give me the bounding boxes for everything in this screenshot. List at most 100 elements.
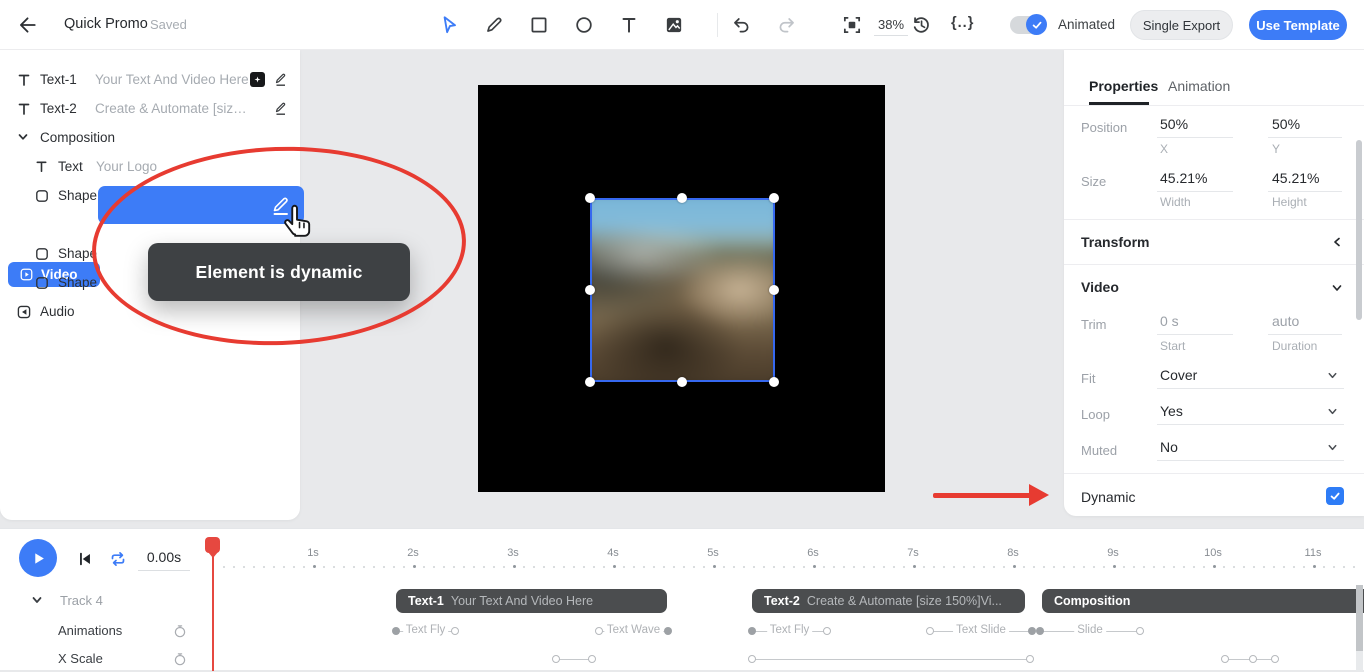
- x-scale-marker[interactable]: [556, 651, 592, 667]
- layer-row-composition[interactable]: Composition: [0, 123, 300, 152]
- single-export-button[interactable]: Single Export: [1130, 10, 1233, 40]
- ruler-minor-tick: [683, 566, 685, 568]
- image-tool-icon[interactable]: [663, 14, 685, 36]
- resize-handle-e[interactable]: [769, 285, 779, 295]
- resize-handle-nw[interactable]: [585, 193, 595, 203]
- keyframe-dot[interactable]: [1221, 655, 1229, 663]
- redo-icon[interactable]: [776, 14, 798, 36]
- animation-marker[interactable]: Text Fly: [396, 623, 455, 639]
- video-section-header[interactable]: Video: [1081, 279, 1119, 295]
- keyframe-dot[interactable]: [595, 627, 603, 635]
- timeline-bar-text-2[interactable]: Text-2 Create & Automate [size 150%]Vi..…: [752, 589, 1025, 613]
- divider: [1064, 219, 1364, 220]
- animation-marker[interactable]: Text Fly: [752, 623, 827, 639]
- document-title[interactable]: Quick Promo: [64, 16, 148, 32]
- resize-handle-n[interactable]: [677, 193, 687, 203]
- resize-handle-s[interactable]: [677, 377, 687, 387]
- skip-to-start-icon[interactable]: [76, 550, 94, 568]
- keyframe-dot[interactable]: [823, 627, 831, 635]
- size-width-field[interactable]: 45.21%: [1160, 170, 1207, 186]
- keyframe-dot[interactable]: [1026, 655, 1034, 663]
- ellipse-tool-icon[interactable]: [573, 14, 595, 36]
- playhead-handle[interactable]: [205, 537, 220, 553]
- text-layer-icon: [34, 159, 50, 175]
- layer-row-text[interactable]: Text Your Logo: [0, 152, 300, 181]
- keyframe-dot[interactable]: [926, 627, 934, 635]
- rectangle-tool-icon[interactable]: [528, 14, 550, 36]
- zoom-level-field[interactable]: 38%: [874, 17, 908, 36]
- layer-row-audio[interactable]: Audio: [0, 297, 300, 326]
- selected-video-element[interactable]: [590, 198, 775, 382]
- timeline-scrollbar[interactable]: [1356, 585, 1363, 651]
- animation-marker[interactable]: Slide: [1040, 623, 1140, 639]
- x-scale-marker[interactable]: [1225, 651, 1275, 667]
- panel-scrollbar[interactable]: [1356, 140, 1362, 320]
- transform-section-header[interactable]: Transform: [1081, 234, 1149, 250]
- pen-tool-icon[interactable]: [483, 14, 505, 36]
- trim-start-field[interactable]: 0 s: [1160, 313, 1179, 329]
- keyframe-dot[interactable]: [1036, 627, 1044, 635]
- tab-animation[interactable]: Animation: [1168, 78, 1230, 94]
- keyframe-dot[interactable]: [552, 655, 560, 663]
- timeline-bar-composition[interactable]: Composition: [1042, 589, 1364, 613]
- chevron-down-icon[interactable]: [30, 593, 44, 607]
- position-x-field[interactable]: 50%: [1160, 116, 1188, 132]
- playhead-line[interactable]: [212, 539, 214, 671]
- fit-screen-icon[interactable]: [841, 14, 863, 36]
- keyframe-dot[interactable]: [1249, 655, 1257, 663]
- dynamic-checkbox[interactable]: [1326, 487, 1344, 505]
- tab-properties[interactable]: Properties: [1089, 78, 1158, 94]
- fit-select[interactable]: Cover: [1160, 367, 1197, 383]
- keyframe-dot[interactable]: [451, 627, 459, 635]
- ruler-second-label: 4s: [607, 547, 619, 559]
- chevron-down-icon[interactable]: [1326, 441, 1340, 455]
- edit-pencil-icon[interactable]: [273, 100, 290, 117]
- ruler-second-label: 7s: [907, 547, 919, 559]
- history-icon[interactable]: [910, 14, 932, 36]
- keyframe-dot[interactable]: [664, 627, 672, 635]
- stopwatch-icon[interactable]: [172, 623, 188, 639]
- text-tool-icon[interactable]: [618, 14, 640, 36]
- keyframe-dot[interactable]: [588, 655, 596, 663]
- keyframe-dot[interactable]: [1271, 655, 1279, 663]
- chevron-down-icon[interactable]: [1330, 281, 1344, 295]
- layer-row-text-1[interactable]: Text-1 Your Text And Video Here: [0, 65, 300, 94]
- keyframe-dot[interactable]: [392, 627, 400, 635]
- resize-handle-w[interactable]: [585, 285, 595, 295]
- stopwatch-icon[interactable]: [172, 651, 188, 667]
- keyframe-dot[interactable]: [1136, 627, 1144, 635]
- animation-marker[interactable]: Text Wave: [599, 623, 668, 639]
- resize-handle-ne[interactable]: [769, 193, 779, 203]
- edit-pencil-icon[interactable]: [273, 71, 290, 88]
- resize-handle-sw[interactable]: [585, 377, 595, 387]
- position-y-field[interactable]: 50%: [1272, 116, 1300, 132]
- timeline-bar-text-1[interactable]: Text-1 Your Text And Video Here: [396, 589, 667, 613]
- size-height-field[interactable]: 45.21%: [1272, 170, 1319, 186]
- track-label[interactable]: Track 4: [60, 593, 103, 608]
- chevron-down-icon[interactable]: [16, 130, 32, 146]
- field-underline: [1157, 424, 1344, 425]
- animation-marker[interactable]: Text Slide: [930, 623, 1032, 639]
- loop-select[interactable]: Yes: [1160, 403, 1183, 419]
- chevron-left-icon[interactable]: [1330, 235, 1344, 249]
- use-template-button[interactable]: Use Template: [1249, 10, 1347, 40]
- trim-duration-field[interactable]: auto: [1272, 313, 1299, 329]
- keyframe-dot[interactable]: [748, 655, 756, 663]
- keyframe-dot[interactable]: [1028, 627, 1036, 635]
- chevron-down-icon[interactable]: [1326, 405, 1340, 419]
- animated-toggle-knob[interactable]: [1026, 14, 1047, 35]
- muted-select[interactable]: No: [1160, 439, 1178, 455]
- x-scale-marker[interactable]: [752, 651, 1030, 667]
- resize-handle-se[interactable]: [769, 377, 779, 387]
- back-icon[interactable]: [16, 14, 38, 36]
- select-tool-icon[interactable]: [438, 14, 460, 36]
- chevron-down-icon[interactable]: [1326, 369, 1340, 383]
- bar-value: Create & Automate [size 150%]Vi...: [807, 594, 1002, 608]
- code-icon[interactable]: {..}: [951, 15, 974, 31]
- keyframe-dot[interactable]: [748, 627, 756, 635]
- play-button[interactable]: [19, 539, 57, 577]
- undo-icon[interactable]: [730, 14, 752, 36]
- layer-row-text-2[interactable]: Text-2 Create & Automate [size 150%...: [0, 94, 300, 123]
- current-time-field[interactable]: 0.00s: [138, 549, 190, 571]
- loop-icon[interactable]: [108, 549, 128, 569]
